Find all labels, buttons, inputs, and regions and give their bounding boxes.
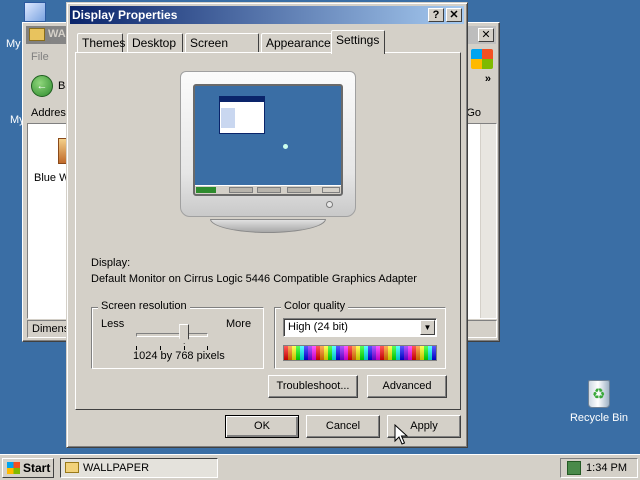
troubleshoot-button[interactable]: Troubleshoot...: [268, 375, 358, 398]
tab-settings[interactable]: Settings: [331, 30, 385, 54]
settings-panel: Display: Default Monitor on Cirrus Logic…: [75, 52, 461, 410]
explorer-menu-file[interactable]: File: [31, 51, 49, 63]
ok-button[interactable]: OK: [225, 415, 299, 438]
taskbar-item-label: WALLPAPER: [83, 462, 150, 474]
less-label: Less: [101, 318, 125, 330]
display-label: Display:: [91, 257, 131, 269]
resolution-slider-thumb[interactable]: [179, 324, 190, 344]
color-quality-group: Color quality High (24 bit) ▼: [274, 300, 446, 369]
folder-icon: [65, 462, 79, 473]
advanced-button[interactable]: Advanced: [367, 375, 447, 398]
clock[interactable]: 1:34 PM: [586, 462, 627, 474]
monitor-screen: [193, 84, 343, 196]
color-quality-legend: Color quality: [281, 300, 349, 312]
screen-resolution-group: Screen resolution Less More 1024 by 768 …: [91, 300, 264, 369]
start-label: Start: [23, 461, 51, 475]
dialog-titlebar[interactable]: Display Properties ? ✕: [70, 6, 464, 24]
color-quality-select[interactable]: High (24 bit) ▼: [283, 318, 437, 337]
display-device-name: Default Monitor on Cirrus Logic 5446 Com…: [91, 273, 417, 285]
my-documents-icon[interactable]: [24, 2, 46, 22]
start-button[interactable]: Start: [2, 458, 54, 478]
go-button[interactable]: Go: [466, 107, 481, 119]
windows-flag-icon: [7, 462, 20, 474]
tab-appearance[interactable]: Appearance: [261, 33, 333, 53]
mouse-pointer-icon: [394, 424, 408, 445]
windows-logo-icon: [471, 49, 493, 69]
file-label[interactable]: Blue W: [34, 172, 69, 184]
explorer-close-button[interactable]: ✕: [478, 28, 494, 42]
taskbar-item-wallpaper[interactable]: WALLPAPER: [60, 458, 218, 478]
folder-icon: [29, 28, 45, 41]
screen-resolution-legend: Screen resolution: [98, 300, 190, 312]
tab-desktop[interactable]: Desktop: [127, 33, 183, 53]
monitor-preview: [180, 71, 356, 233]
color-spectrum-bar: [283, 345, 437, 361]
tab-themes[interactable]: Themes: [77, 33, 125, 53]
dropdown-arrow-icon[interactable]: ▼: [420, 320, 435, 335]
close-button[interactable]: ✕: [446, 8, 462, 22]
recycle-bin-label: Recycle Bin: [569, 412, 629, 424]
recycle-bin[interactable]: Recycle Bin: [566, 376, 632, 424]
dialog-title: Display Properties: [72, 8, 178, 22]
power-led-icon: [326, 201, 333, 208]
back-arrow-icon[interactable]: ←: [31, 75, 53, 97]
explorer-scrollbar[interactable]: [480, 124, 496, 318]
more-label: More: [226, 318, 252, 330]
resolution-value: 1024 by 768 pixels: [133, 350, 225, 362]
explorer-title: WA: [48, 28, 66, 40]
toolbar-chevron-icon[interactable]: »: [485, 73, 491, 85]
my-documents-label: My: [6, 38, 21, 50]
system-tray: 1:34 PM: [560, 458, 638, 478]
tab-screen-saver[interactable]: Screen Saver: [185, 33, 259, 64]
color-quality-value: High (24 bit): [288, 321, 348, 333]
help-button[interactable]: ?: [428, 8, 444, 22]
network-tray-icon[interactable]: [567, 461, 581, 475]
my-documents-icon-label[interactable]: My: [6, 38, 21, 50]
display-properties-dialog[interactable]: Display Properties ? ✕ Themes Desktop Sc…: [66, 2, 468, 448]
cancel-button[interactable]: Cancel: [306, 415, 380, 438]
address-label: Addres: [31, 107, 66, 119]
monitor-stand: [210, 219, 326, 233]
recycle-bin-icon: [584, 376, 614, 410]
resolution-slider-track[interactable]: [136, 333, 208, 337]
taskbar: Start WALLPAPER 1:34 PM: [0, 454, 640, 480]
